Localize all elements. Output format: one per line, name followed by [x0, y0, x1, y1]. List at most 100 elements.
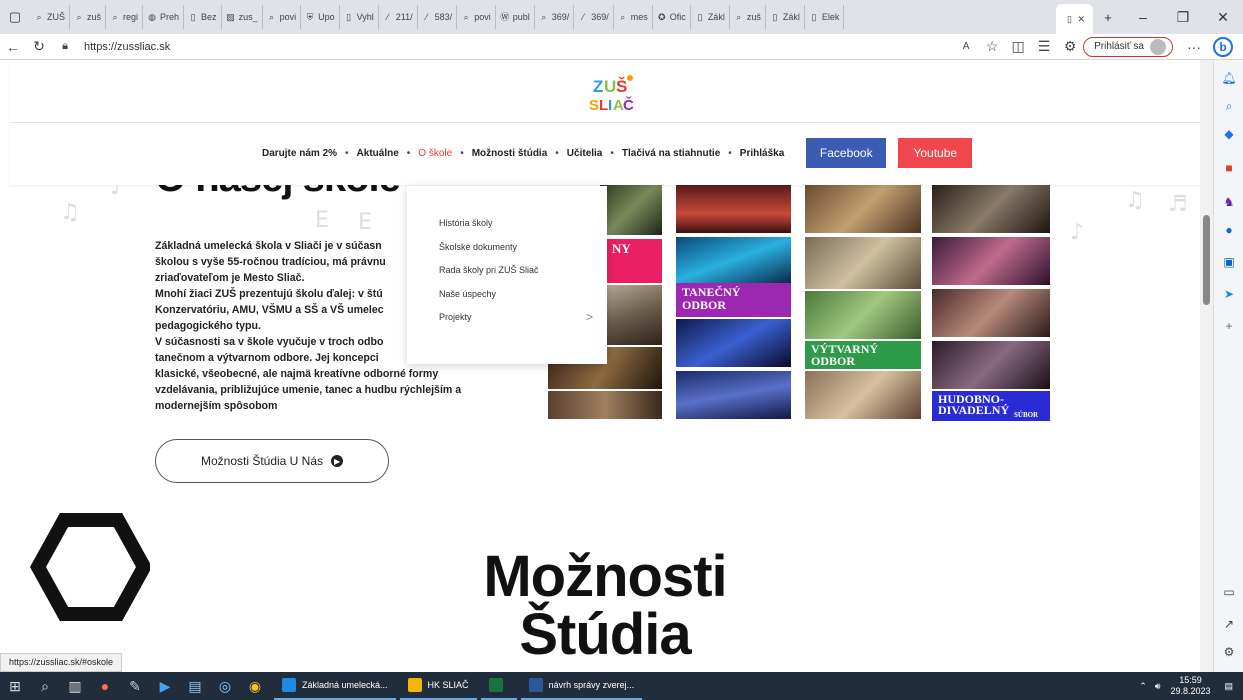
browser-tab-label: Elek: [821, 12, 840, 22]
browser-tab[interactable]: ▨ zus_: [222, 5, 263, 29]
notification-bell-icon[interactable]: 🔔︎: [1221, 70, 1237, 86]
browser-tab[interactable]: ⁄ 211/: [379, 5, 418, 29]
favorite-star-icon[interactable]: ☆: [979, 38, 1005, 55]
outlook-icon[interactable]: ▣: [1221, 254, 1237, 270]
notifications-icon[interactable]: ▤: [1224, 681, 1233, 692]
settings-gear-icon[interactable]: ⚙: [1221, 644, 1237, 660]
facebook-button[interactable]: Facebook: [806, 138, 887, 168]
tab-actions-icon[interactable]: ▢: [0, 0, 30, 34]
sidebar-toggle-icon[interactable]: ▭: [1221, 584, 1237, 600]
search-icon[interactable]: ⌕: [30, 678, 60, 695]
page-scrollbar[interactable]: [1200, 60, 1213, 672]
nav-item-prihlaska[interactable]: Prihláška: [740, 148, 784, 159]
nav-item-tlaciva[interactable]: Tlačivá na stiahnutie: [622, 148, 720, 159]
split-screen-icon[interactable]: ◫: [1005, 38, 1031, 55]
send-icon[interactable]: ➤: [1221, 286, 1237, 302]
nav-item-darujte[interactable]: Darujte nám 2%: [262, 148, 337, 159]
games-icon[interactable]: ♞: [1221, 194, 1237, 210]
taskbar-app[interactable]: HK SLIAČ: [399, 672, 477, 700]
nav-separator: •: [460, 147, 464, 159]
shopping-tag-icon[interactable]: ◆: [1221, 126, 1237, 142]
toolbox-icon[interactable]: ■: [1221, 160, 1237, 176]
restore-icon[interactable]: ❐: [1163, 9, 1203, 26]
photo-music: [548, 391, 662, 419]
study-options-button[interactable]: Možnosti Štúdia U Nás ▶: [155, 439, 389, 483]
office-icon[interactable]: ●: [1221, 222, 1237, 238]
tab-active[interactable]: ▯ ✕: [1056, 4, 1093, 34]
search-app-icon[interactable]: ◎: [210, 678, 240, 695]
browser-tab[interactable]: ▯ Bez: [184, 5, 222, 29]
browser-tab[interactable]: ✪ Ofic: [653, 5, 691, 29]
taskbar-apps: Základná umelecká... HK SLIAČ návrh správy…: [270, 672, 643, 700]
browser-tab[interactable]: ▯ Zákl: [766, 5, 805, 29]
letter-decoration: E: [358, 210, 372, 235]
browser-tab[interactable]: ▯ Vyhl: [340, 5, 379, 29]
refresh-icon[interactable]: ↻: [26, 38, 52, 55]
volume-icon[interactable]: 🔊︎: [1155, 681, 1161, 692]
browser-tab[interactable]: ⁄ 369/: [574, 5, 614, 29]
new-tab-icon[interactable]: +: [1093, 0, 1123, 34]
nav-separator: •: [406, 147, 411, 159]
browser-tab[interactable]: ▯ Zákl: [691, 5, 730, 29]
add-icon[interactable]: +: [1221, 318, 1237, 334]
taskbar-app-label: Základná umelecká...: [302, 680, 388, 690]
external-link-icon[interactable]: ↗: [1221, 616, 1237, 632]
media-player-icon[interactable]: ▶: [150, 678, 180, 695]
firefox-icon[interactable]: ●: [90, 678, 120, 694]
browser-tab[interactable]: ⌕ zuš: [730, 5, 766, 29]
back-icon[interactable]: ←: [0, 39, 26, 55]
browser-tab[interactable]: ⁄ 583/: [418, 5, 458, 29]
dropdown-item-uspechy[interactable]: Naše úspechy: [407, 289, 607, 313]
chrome-icon[interactable]: ◉: [240, 678, 270, 695]
bing-copilot-icon[interactable]: b: [1213, 36, 1233, 57]
close-tab-icon[interactable]: ✕: [1077, 14, 1085, 25]
storage-icon[interactable]: ▤: [180, 678, 210, 695]
taskbar-app[interactable]: [480, 672, 517, 700]
url-field[interactable]: https://zussliac.sk: [84, 41, 953, 53]
scrollbar-thumb[interactable]: [1203, 215, 1210, 305]
close-window-icon[interactable]: ✕: [1203, 9, 1243, 26]
dropdown-item-projekty[interactable]: Projekty >: [407, 310, 607, 336]
browser-tab[interactable]: ⌕ povi: [457, 5, 496, 29]
dropdown-item-dokumenty[interactable]: Školské dokumenty: [407, 242, 607, 266]
minimize-icon[interactable]: –: [1123, 9, 1163, 25]
zus-sliac-logo[interactable]: Z U Š S L I A Č: [583, 70, 643, 118]
taskbar-app[interactable]: návrh správy zverej...: [520, 672, 643, 700]
dropdown-item-rada-skoly[interactable]: Rada školy pri ZUŠ Sliač: [407, 265, 607, 289]
browser-tab-label: 369/: [591, 12, 609, 22]
site-header: Z U Š S L I A Č Darujte nám 2% • Aktuáln…: [10, 60, 1200, 185]
browser-tab[interactable]: ⌕ povi: [263, 5, 302, 29]
paint-icon[interactable]: ✎: [120, 678, 150, 695]
search-icon[interactable]: ⌕: [1221, 98, 1237, 114]
browser-tab[interactable]: ⌕ zuš: [70, 5, 107, 29]
tab-list: ⌕ ZUŠ ⌕ zuš ⌕ regi ◍ Preh ▯ Bez ▨ zus_ ⌕ povi ⛨ Upo ▯ Vyh…: [30, 0, 1056, 34]
chevron-up-icon[interactable]: ⌃: [1139, 681, 1147, 692]
favorites-icon[interactable]: ☰: [1031, 38, 1057, 55]
browser-tab[interactable]: ⌕ 369/: [535, 5, 575, 29]
extensions-icon[interactable]: ⚙: [1057, 38, 1083, 55]
nav-item-o-skole[interactable]: O škole: [418, 148, 452, 159]
clock[interactable]: 15:59 29.8.2023: [1170, 675, 1210, 697]
sign-in-button[interactable]: Prihlásiť sa: [1083, 36, 1173, 57]
browser-tab[interactable]: ▯ Elek: [805, 5, 845, 29]
photo-dance: [676, 371, 791, 419]
taskbar-app[interactable]: Základná umelecká...: [274, 672, 396, 700]
browser-tab[interactable]: ⌕ regi: [106, 5, 144, 29]
browser-tab[interactable]: ⛨ Upo: [301, 5, 340, 29]
task-view-icon[interactable]: ▥: [60, 678, 90, 695]
nav-item-moznosti-studia[interactable]: Možnosti štúdia: [472, 148, 548, 159]
nav-item-ucitelia[interactable]: Učitelia: [567, 148, 603, 159]
browser-tab[interactable]: ⌕ mes: [614, 5, 653, 29]
browser-tab[interactable]: ◍ Preh: [143, 5, 185, 29]
lock-icon[interactable]: 🔒︎: [52, 40, 78, 53]
nav-item-aktualne[interactable]: Aktuálne: [357, 148, 399, 159]
browser-tab[interactable]: Ⓦpubl: [496, 5, 535, 29]
windows-start-icon[interactable]: ⊞: [0, 678, 30, 695]
dropdown-item-historia[interactable]: História školy: [407, 218, 607, 242]
browser-tab[interactable]: ⌕ ZUŠ: [30, 5, 70, 29]
more-menu-icon[interactable]: ···: [1181, 39, 1207, 55]
system-tray: ⌃ 🔊︎ 15:59 29.8.2023 ▤: [1139, 675, 1243, 697]
page-icon: ▯: [772, 12, 778, 22]
youtube-button[interactable]: Youtube: [898, 138, 973, 168]
read-aloud-icon[interactable]: A: [953, 41, 979, 52]
